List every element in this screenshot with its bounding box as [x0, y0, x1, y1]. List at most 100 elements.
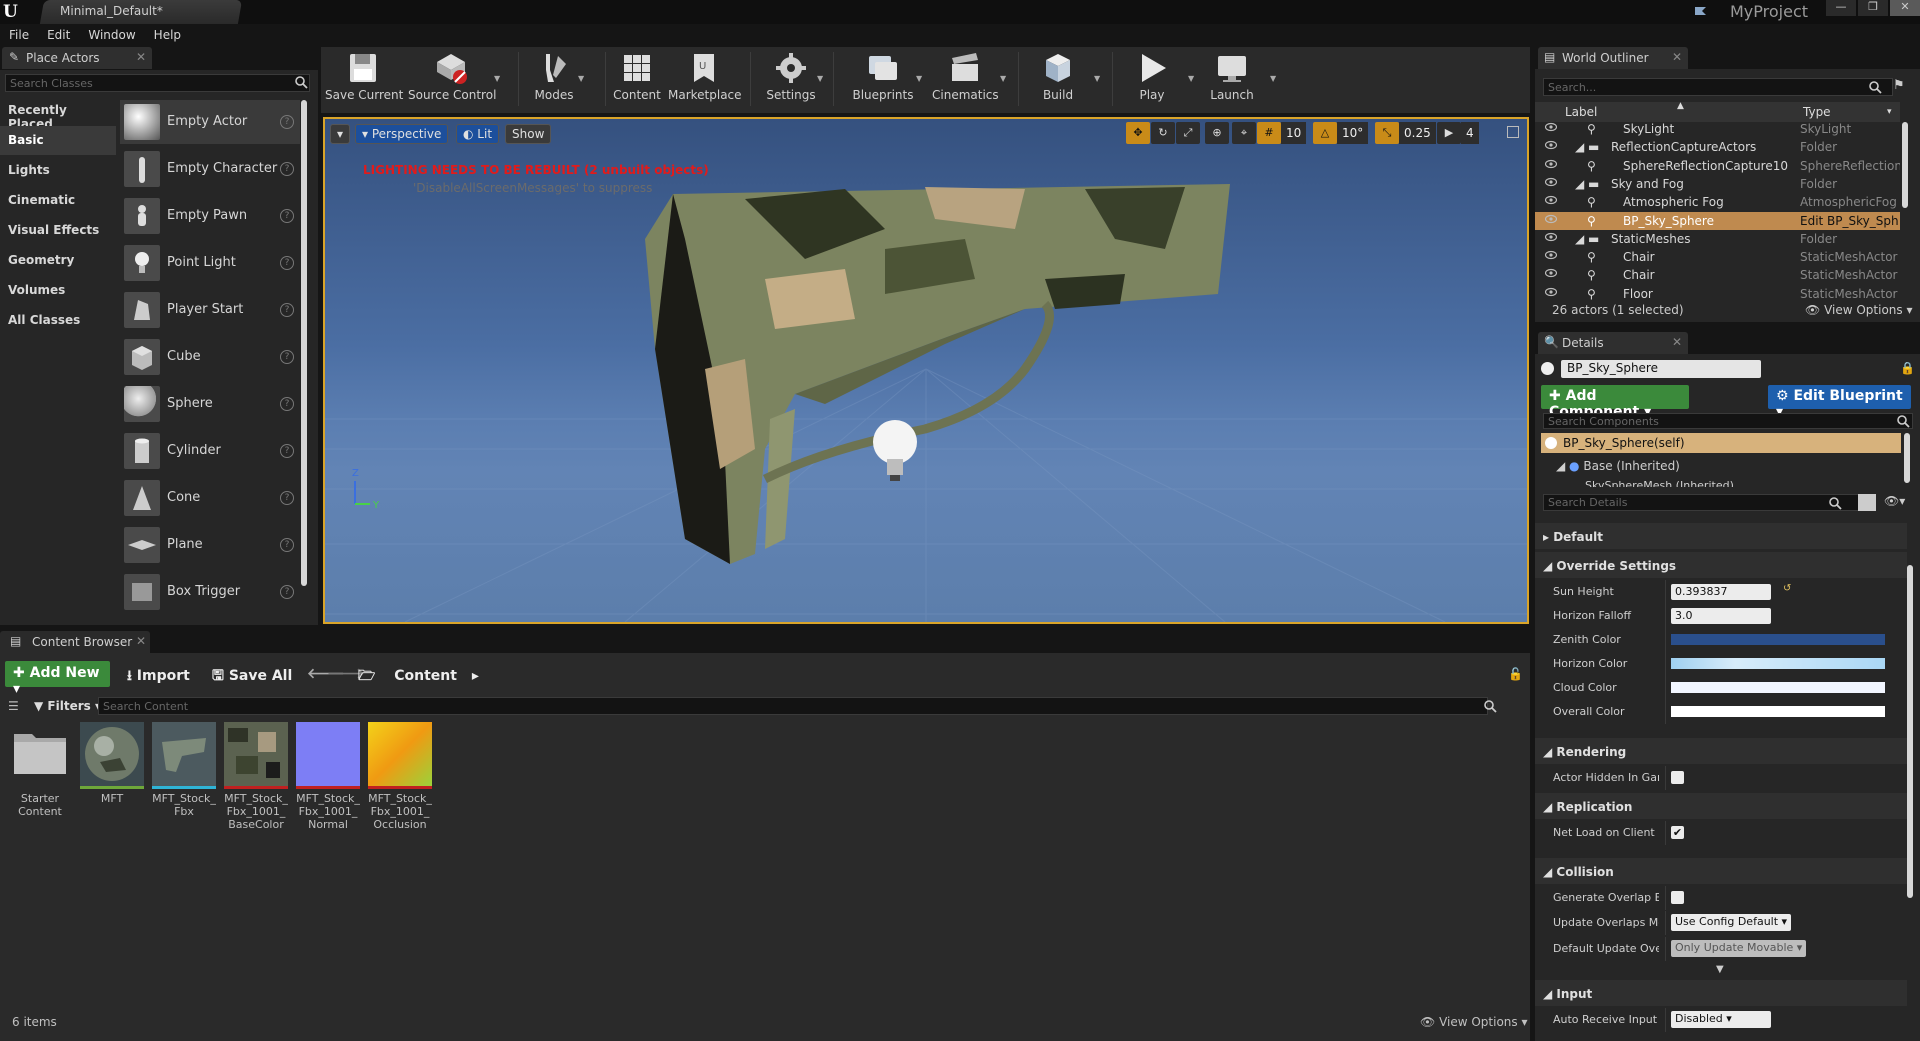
generate-overlap-checkbox[interactable]: [1671, 891, 1684, 904]
grid-snap-icon[interactable]: #: [1257, 122, 1281, 144]
property-matrix-icon[interactable]: [1858, 494, 1876, 511]
update-overlaps-select[interactable]: Use Config Default ▾: [1671, 914, 1792, 931]
asset-occlusion[interactable]: MFT_Stock_ Fbx_1001_ Occlusion: [368, 722, 432, 831]
overall-color-swatch[interactable]: [1671, 706, 1885, 717]
close-tab-icon[interactable]: ✕: [1672, 335, 1682, 349]
visibility-eye-icon[interactable]: [1545, 214, 1557, 224]
search-components-input[interactable]: Search Components: [1543, 413, 1913, 429]
search-details-input[interactable]: Search Details: [1543, 494, 1871, 511]
category-basic[interactable]: Basic: [0, 126, 116, 155]
visibility-eye-icon[interactable]: [1545, 159, 1557, 169]
help-icon[interactable]: ?: [280, 162, 294, 176]
launch-button[interactable]: Launch ▼: [1208, 48, 1276, 110]
rotate-tool-icon[interactable]: ↻: [1151, 122, 1175, 144]
category-visual-effects[interactable]: Visual Effects: [0, 216, 116, 245]
help-icon[interactable]: ?: [280, 350, 294, 364]
dropdown-arrow-icon[interactable]: ▼: [1094, 74, 1100, 83]
tab-details[interactable]: 🔍 Details ✕: [1538, 332, 1688, 354]
outliner-search-input[interactable]: Search...: [1543, 78, 1893, 96]
actor-item-box-trigger[interactable]: Box Trigger?: [120, 570, 300, 614]
actor-item-player-start[interactable]: Player Start?: [120, 288, 300, 332]
dropdown-arrow-icon[interactable]: ▼: [916, 74, 922, 83]
add-filter-icon[interactable]: ⚑: [1893, 78, 1905, 93]
dropdown-arrow-icon[interactable]: ▼: [817, 74, 823, 83]
help-icon[interactable]: ?: [280, 115, 294, 129]
filters-button[interactable]: ▼ Filters ▾: [34, 699, 101, 713]
world-space-icon[interactable]: ⊕: [1205, 122, 1229, 144]
actor-item-empty-pawn[interactable]: Empty Pawn?: [120, 194, 300, 238]
show-button[interactable]: Show: [505, 124, 552, 144]
component-self[interactable]: BP_Sky_Sphere(self): [1541, 433, 1901, 453]
tab-world-outliner[interactable]: ▤ World Outliner ✕: [1538, 47, 1688, 69]
help-icon[interactable]: ?: [280, 585, 294, 599]
net-load-checkbox[interactable]: ✔: [1671, 826, 1684, 839]
tab-place-actors[interactable]: ✎ Place Actors ✕: [2, 47, 152, 69]
asset-mft-stock-fbx[interactable]: MFT_Stock_ Fbx: [152, 722, 216, 818]
help-icon[interactable]: ?: [280, 256, 294, 270]
outliner-row[interactable]: ⚲ BP_Sky_Sphere Edit BP_Sky_Sph: [1535, 211, 1900, 230]
outliner-row-type[interactable]: Edit BP_Sky_Sph: [1800, 214, 1900, 228]
help-icon[interactable]: ?: [280, 491, 294, 505]
add-component-button[interactable]: ✚ Add Component ▾: [1541, 385, 1689, 420]
rotation-snap-value[interactable]: 10°: [1337, 122, 1369, 144]
outliner-row[interactable]: ⚲ Atmospheric Fog AtmosphericFog: [1535, 193, 1900, 211]
column-type[interactable]: Type: [1803, 105, 1831, 119]
category-lights[interactable]: Lights: [0, 156, 116, 185]
actor-item-plane[interactable]: Plane?: [120, 523, 300, 567]
content-view-options-button[interactable]: 👁 View Options ▾: [1420, 1015, 1528, 1029]
breadcrumb[interactable]: 🗁 Content ▸: [354, 661, 483, 687]
asset-mft[interactable]: MFT: [80, 722, 144, 805]
import-button[interactable]: ⭳ Import: [123, 661, 194, 687]
horizon-color-swatch[interactable]: [1671, 658, 1885, 669]
actor-item-cylinder[interactable]: Cylinder?: [120, 429, 300, 473]
visibility-eye-icon[interactable]: [1545, 268, 1557, 278]
cloud-color-swatch[interactable]: [1671, 682, 1885, 693]
section-rendering[interactable]: ◢ Rendering: [1535, 738, 1907, 764]
asset-starter-content[interactable]: Starter Content: [8, 722, 72, 818]
close-tab-icon[interactable]: ✕: [136, 634, 146, 648]
category-volumes[interactable]: Volumes: [0, 276, 116, 305]
category-all-classes[interactable]: All Classes: [0, 306, 116, 335]
close-tab-icon[interactable]: ✕: [136, 50, 146, 64]
marketplace-button[interactable]: U Marketplace: [668, 48, 742, 110]
section-collision[interactable]: ◢ Collision: [1535, 858, 1907, 884]
actor-name-field[interactable]: BP_Sky_Sphere: [1561, 360, 1761, 378]
level-viewport[interactable]: Z Y ▾ ▾ Perspective ◐ Lit Show LIGHTING …: [323, 117, 1529, 624]
actor-item-empty-actor[interactable]: Empty Actor?: [120, 100, 300, 144]
camera-speed-icon[interactable]: ▶: [1437, 122, 1461, 144]
rotation-snap-icon[interactable]: △: [1313, 122, 1337, 144]
settings-button[interactable]: Settings ▼: [763, 48, 823, 110]
save-all-button[interactable]: 🖫 Save All: [208, 661, 296, 687]
visibility-eye-icon[interactable]: [1545, 140, 1557, 150]
zenith-color-swatch[interactable]: [1671, 634, 1885, 645]
search-classes-input[interactable]: Search Classes: [5, 74, 310, 92]
details-scrollbar[interactable]: [1907, 565, 1913, 898]
component-sky-sphere-mesh[interactable]: SkySphereMesh (Inherited): [1585, 479, 1734, 487]
actor-item-cone[interactable]: Cone?: [120, 476, 300, 520]
camera-speed-value[interactable]: 4: [1461, 122, 1479, 144]
default-update-select[interactable]: Only Update Movable ▾: [1671, 940, 1807, 957]
dropdown-arrow-icon[interactable]: ▼: [1188, 74, 1194, 83]
visibility-eye-icon[interactable]: [1545, 177, 1557, 187]
section-default[interactable]: ▸ Default: [1535, 523, 1907, 549]
maximize-button[interactable]: ❐: [1858, 0, 1888, 16]
translate-tool-icon[interactable]: ✥: [1126, 122, 1150, 144]
outliner-view-options-button[interactable]: 👁 View Options ▾: [1805, 303, 1913, 317]
play-button[interactable]: Play ▼: [1130, 48, 1194, 110]
category-cinematic[interactable]: Cinematic: [0, 186, 116, 215]
menu-window[interactable]: Window: [79, 25, 144, 47]
edit-blueprint-button[interactable]: ⚙ Edit Blueprint ▾: [1768, 385, 1911, 420]
asset-basecolor[interactable]: MFT_Stock_ Fbx_1001_ BaseColor: [224, 722, 288, 831]
outliner-scrollbar[interactable]: [1902, 122, 1908, 208]
viewport-options-button[interactable]: ▾: [330, 124, 350, 144]
help-icon[interactable]: ?: [280, 303, 294, 317]
cinematics-button[interactable]: Cinematics ▼: [932, 48, 1006, 110]
source-control-status-icon[interactable]: [1692, 4, 1710, 20]
dropdown-arrow-icon[interactable]: ▼: [1270, 74, 1276, 83]
outliner-row[interactable]: ◢ ▬ Sky and Fog Folder: [1535, 175, 1900, 193]
visibility-eye-icon[interactable]: [1545, 250, 1557, 260]
section-override-settings[interactable]: ◢ Override Settings: [1535, 552, 1907, 578]
scale-tool-icon[interactable]: ⤢: [1176, 122, 1200, 144]
dropdown-arrow-icon[interactable]: ▼: [578, 74, 584, 83]
visibility-filter-icon[interactable]: 👁▾: [1884, 494, 1905, 508]
